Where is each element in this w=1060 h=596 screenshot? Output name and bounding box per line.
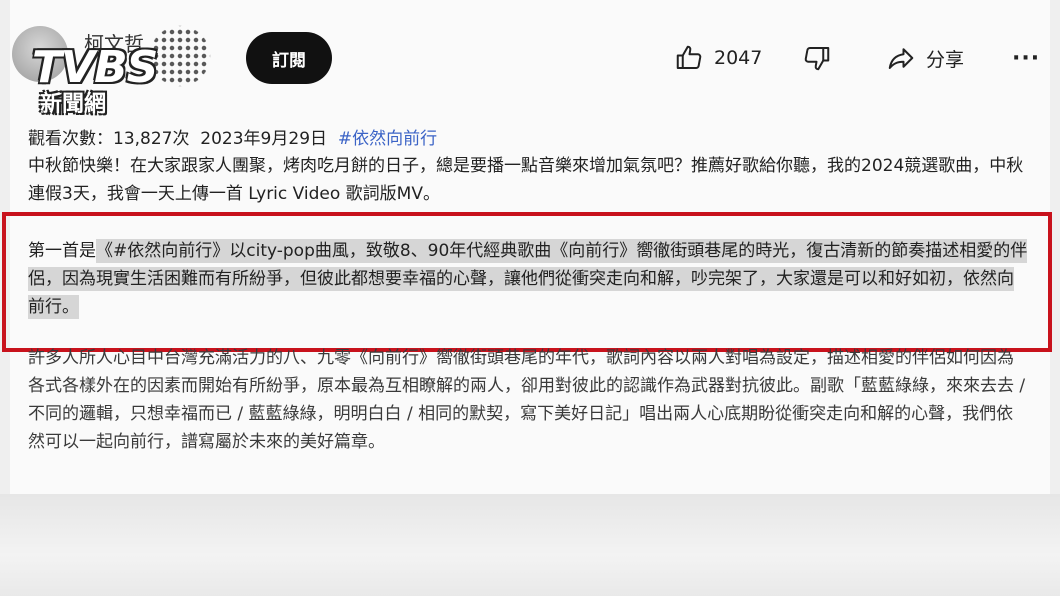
share-label: 分享 bbox=[926, 48, 965, 71]
like-count: 2047 bbox=[714, 47, 763, 69]
tvbs-logo-watermark: TVBS 新聞網 bbox=[28, 20, 216, 122]
logo-subtext: 新聞網 bbox=[40, 92, 107, 117]
upload-date: 2023年9月29日 bbox=[200, 129, 328, 149]
like-button[interactable]: 2047 bbox=[674, 40, 762, 76]
subscribe-button[interactable]: 訂閱 bbox=[246, 32, 332, 84]
video-meta: 觀看次數：13,827次 2023年9月29日 #依然向前行 bbox=[28, 124, 437, 149]
thumbs-up-icon bbox=[674, 43, 704, 73]
share-button[interactable]: 分享 bbox=[886, 40, 964, 76]
bottom-background bbox=[0, 494, 1060, 596]
red-highlight-frame bbox=[2, 212, 1052, 352]
hashtag-link[interactable]: #依然向前行 bbox=[338, 129, 437, 149]
description-paragraph-3: 許多人所人心目中台灣充滿活力的八、九零《向前行》嚮徹街頭巷尾的年代，歌詞內容以兩… bbox=[28, 348, 1026, 452]
dislike-button[interactable] bbox=[802, 40, 832, 76]
thumbs-down-icon bbox=[802, 43, 832, 73]
view-count: 觀看次數：13,827次 bbox=[28, 129, 190, 149]
more-options-button[interactable]: ··· bbox=[1012, 40, 1040, 76]
description-paragraph-1: 中秋節快樂！在大家跟家人團聚，烤肉吃月餅的日子，總是要播一點音樂來增加氣氛吧？推… bbox=[28, 156, 1024, 204]
share-icon bbox=[886, 43, 916, 73]
